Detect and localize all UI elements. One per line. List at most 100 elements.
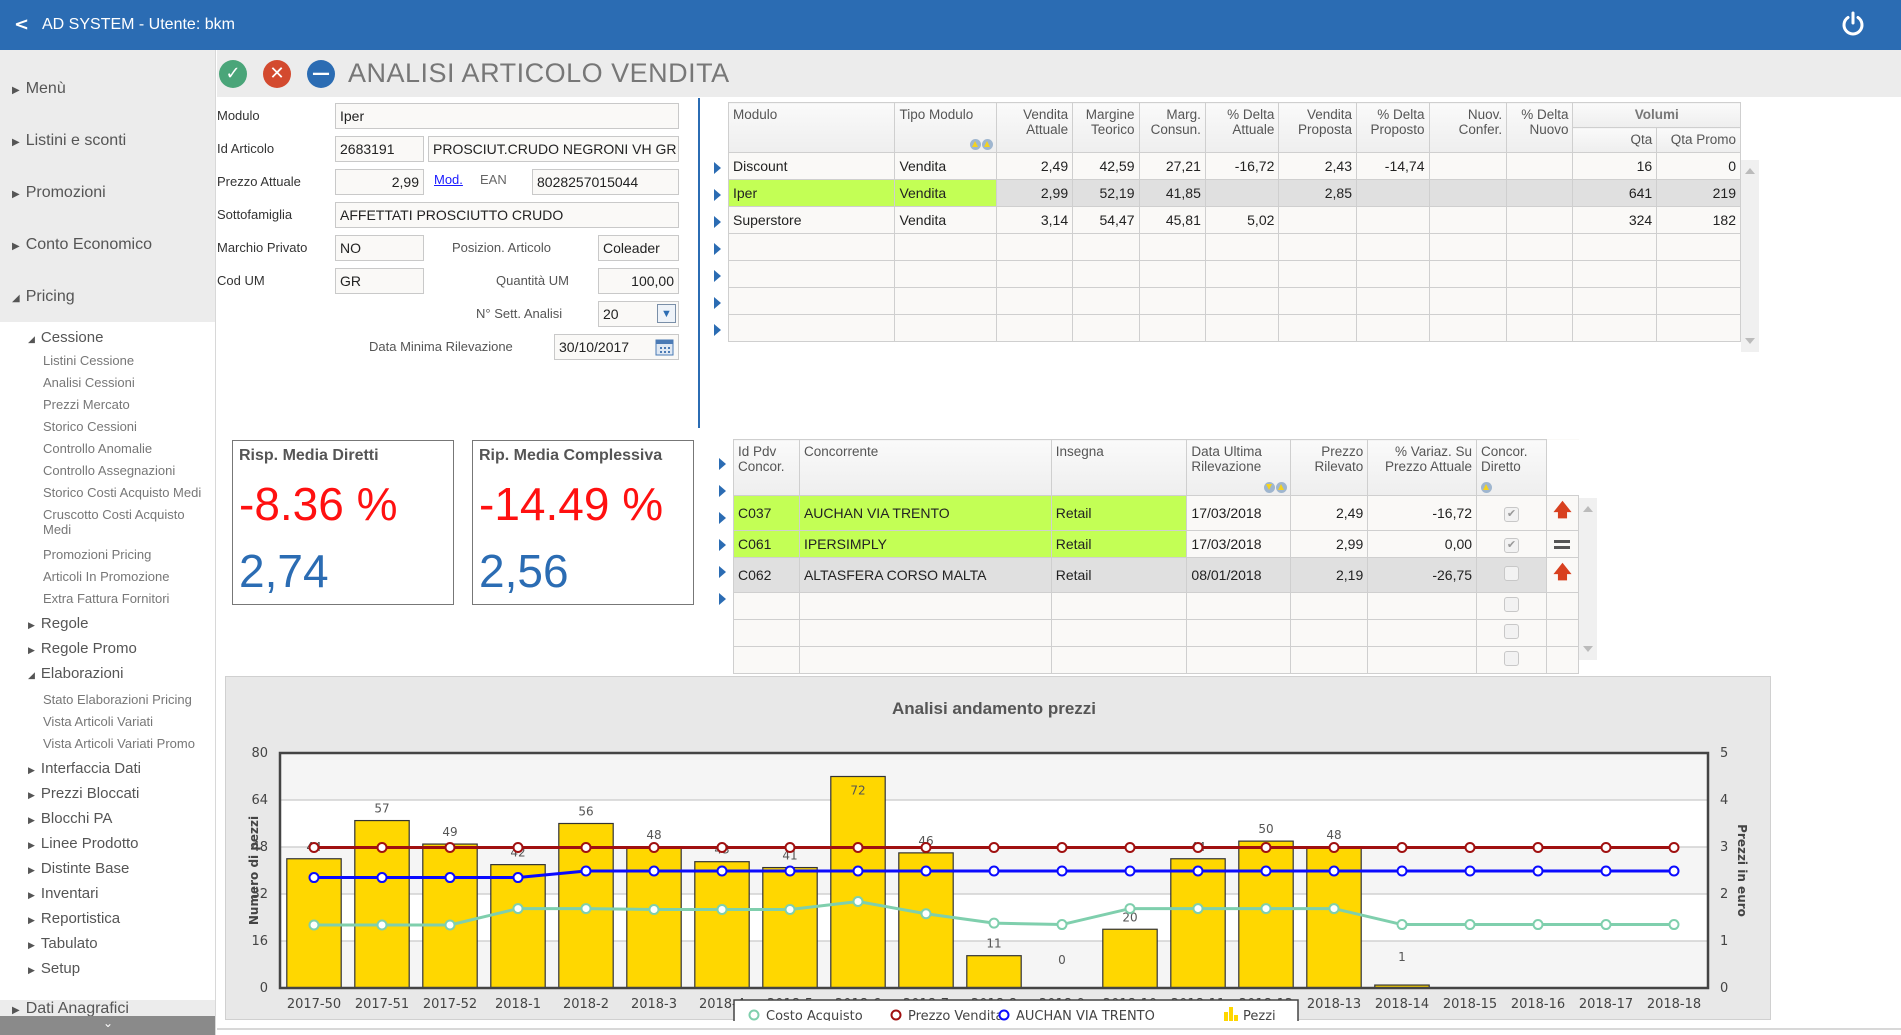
- col-header-delta-proposto[interactable]: % Delta Proposto: [1356, 102, 1430, 153]
- concor-diretto-checkbox[interactable]: [1504, 566, 1519, 581]
- table-cell[interactable]: [1506, 260, 1574, 288]
- competitors-table-scrollbar[interactable]: [1579, 498, 1597, 660]
- table-cell[interactable]: [894, 314, 997, 342]
- table-cell[interactable]: AUCHAN VIA TRENTO: [798, 495, 1052, 531]
- table-cell[interactable]: [1278, 314, 1357, 342]
- table-cell[interactable]: [1138, 233, 1206, 261]
- table-row[interactable]: C037 AUCHAN VIA TRENTO Retail 17/03/2018 2,4…: [733, 495, 1580, 531]
- table-cell[interactable]: [1204, 233, 1280, 261]
- power-icon[interactable]: [1839, 10, 1867, 38]
- table-cell[interactable]: C062: [733, 557, 800, 593]
- sidebar-item-vista-articoli-variati-promo[interactable]: Vista Articoli Variati Promo: [43, 736, 215, 751]
- sidebar-group-pricing[interactable]: ◢ Pricing: [12, 288, 75, 306]
- table-cell[interactable]: [1278, 287, 1357, 315]
- col-header-variazione[interactable]: % Variaz. Su Prezzo Attuale: [1367, 439, 1478, 496]
- table-cell[interactable]: [1356, 314, 1430, 342]
- scroll-down-icon[interactable]: [1583, 646, 1593, 652]
- table-cell[interactable]: Vendita: [894, 152, 997, 180]
- table-row[interactable]: Iper Vendita 2,99 52,19 41,85 2,85 641 219: [727, 179, 1741, 207]
- table-cell[interactable]: [1367, 619, 1478, 647]
- sidebar-item-linee-prodotto[interactable]: ▶ Linee Prodotto: [28, 835, 139, 852]
- table-cell[interactable]: [1428, 260, 1508, 288]
- table-cell[interactable]: [1367, 646, 1478, 674]
- sidebar-item-cessione[interactable]: ◢ Cessione: [28, 329, 103, 346]
- table-row[interactable]: [733, 592, 1580, 620]
- sidebar-item-storico-cessioni[interactable]: Storico Cessioni: [43, 419, 215, 434]
- table-cell[interactable]: [1290, 592, 1369, 620]
- table-cell[interactable]: Vendita: [894, 179, 997, 207]
- table-cell[interactable]: 2,99: [995, 179, 1074, 207]
- table-cell[interactable]: [1050, 592, 1188, 620]
- sidebar-item-articoli-promozione[interactable]: Articoli In Promozione: [43, 569, 215, 584]
- table-cell[interactable]: -16,72: [1367, 495, 1478, 531]
- sidebar-scroll-down-button[interactable]: ⌄: [0, 1016, 215, 1035]
- sottofamiglia-field[interactable]: AFFETTATI PROSCIUTTO CRUDO: [335, 202, 679, 228]
- sidebar-item-analisi-cessioni[interactable]: Analisi Cessioni: [43, 375, 215, 390]
- table-cell[interactable]: [1367, 592, 1478, 620]
- table-cell[interactable]: [894, 233, 997, 261]
- modules-table-scrollbar[interactable]: [1741, 160, 1759, 352]
- scroll-up-icon[interactable]: [1745, 168, 1755, 174]
- sidebar-item-tabulato[interactable]: ▶ Tabulato: [28, 935, 98, 952]
- row-indicator-icon[interactable]: [719, 593, 726, 605]
- col-header-id-pdv[interactable]: Id Pdv Concor.: [733, 439, 800, 496]
- sidebar-item-promozioni-pricing[interactable]: Promozioni Pricing: [43, 547, 215, 562]
- table-cell[interactable]: [1656, 314, 1741, 342]
- table-cell[interactable]: [1506, 287, 1574, 315]
- table-cell[interactable]: 41,85: [1138, 179, 1206, 207]
- table-cell[interactable]: [1072, 260, 1140, 288]
- table-cell[interactable]: 2,49: [1290, 495, 1369, 531]
- table-cell[interactable]: [1572, 233, 1658, 261]
- table-cell[interactable]: 641: [1572, 179, 1658, 207]
- col-header-concorrente[interactable]: Concorrente: [798, 439, 1052, 496]
- marchio-privato-field[interactable]: NO: [335, 235, 424, 261]
- table-cell[interactable]: C037: [733, 495, 800, 531]
- table-cell[interactable]: [733, 592, 800, 620]
- table-cell[interactable]: [1506, 206, 1574, 234]
- sort-asc-icon[interactable]: [1276, 482, 1288, 493]
- row-indicator-icon[interactable]: [719, 566, 726, 578]
- table-cell[interactable]: [1656, 260, 1741, 288]
- table-cell[interactable]: [995, 260, 1074, 288]
- sidebar-item-inventari[interactable]: ▶ Inventari: [28, 885, 98, 902]
- sort-desc-icon[interactable]: [1264, 482, 1276, 493]
- table-cell[interactable]: [1572, 287, 1658, 315]
- table-cell[interactable]: 17/03/2018: [1186, 495, 1292, 531]
- col-header-margine-teorico[interactable]: Margine Teorico: [1072, 102, 1140, 153]
- table-cell[interactable]: [733, 619, 800, 647]
- table-cell[interactable]: [1278, 233, 1357, 261]
- chevron-down-icon[interactable]: ▼: [657, 304, 676, 323]
- close-icon[interactable]: ✕: [263, 60, 291, 88]
- table-cell[interactable]: [1138, 287, 1206, 315]
- col-header-nuov-confer[interactable]: Nuov. Confer.: [1428, 102, 1508, 153]
- minus-icon[interactable]: —: [307, 60, 335, 88]
- table-cell[interactable]: [733, 646, 800, 674]
- table-cell[interactable]: [1204, 260, 1280, 288]
- table-cell[interactable]: Iper: [727, 179, 896, 207]
- table-cell[interactable]: 219: [1656, 179, 1741, 207]
- table-cell[interactable]: [1506, 152, 1574, 180]
- modulo-field[interactable]: Iper: [335, 103, 679, 129]
- concor-diretto-checkbox[interactable]: ✔: [1504, 538, 1519, 553]
- col-header-prezzo-rilevato[interactable]: Prezzo Rilevato: [1290, 439, 1369, 496]
- row-indicator-icon[interactable]: [719, 485, 726, 497]
- table-cell[interactable]: [1506, 179, 1574, 207]
- table-cell[interactable]: 54,47: [1072, 206, 1140, 234]
- col-header-insegna[interactable]: Insegna: [1050, 439, 1188, 496]
- table-cell[interactable]: [1428, 233, 1508, 261]
- check-icon[interactable]: ✓: [219, 60, 247, 88]
- table-cell[interactable]: 27,21: [1138, 152, 1206, 180]
- sidebar-group-promozioni[interactable]: ▶ Promozioni: [12, 184, 106, 202]
- col-header-delta-nuovo[interactable]: % Delta Nuovo: [1506, 102, 1574, 153]
- table-cell[interactable]: 0,00: [1367, 530, 1478, 558]
- sett-analisi-select[interactable]: 20 ▼: [598, 301, 679, 327]
- table-cell[interactable]: [798, 646, 1052, 674]
- table-cell[interactable]: [1050, 646, 1188, 674]
- table-cell[interactable]: 324: [1572, 206, 1658, 234]
- sidebar-item-extra-fattura[interactable]: Extra Fattura Fornitori: [43, 591, 215, 606]
- row-indicator-icon[interactable]: [714, 162, 721, 174]
- prezzo-attuale-field[interactable]: 2,99: [335, 169, 424, 195]
- col-header-concor-diretto[interactable]: Concor. Diretto: [1476, 439, 1547, 496]
- table-cell[interactable]: 2,49: [995, 152, 1074, 180]
- row-indicator-icon[interactable]: [714, 297, 721, 309]
